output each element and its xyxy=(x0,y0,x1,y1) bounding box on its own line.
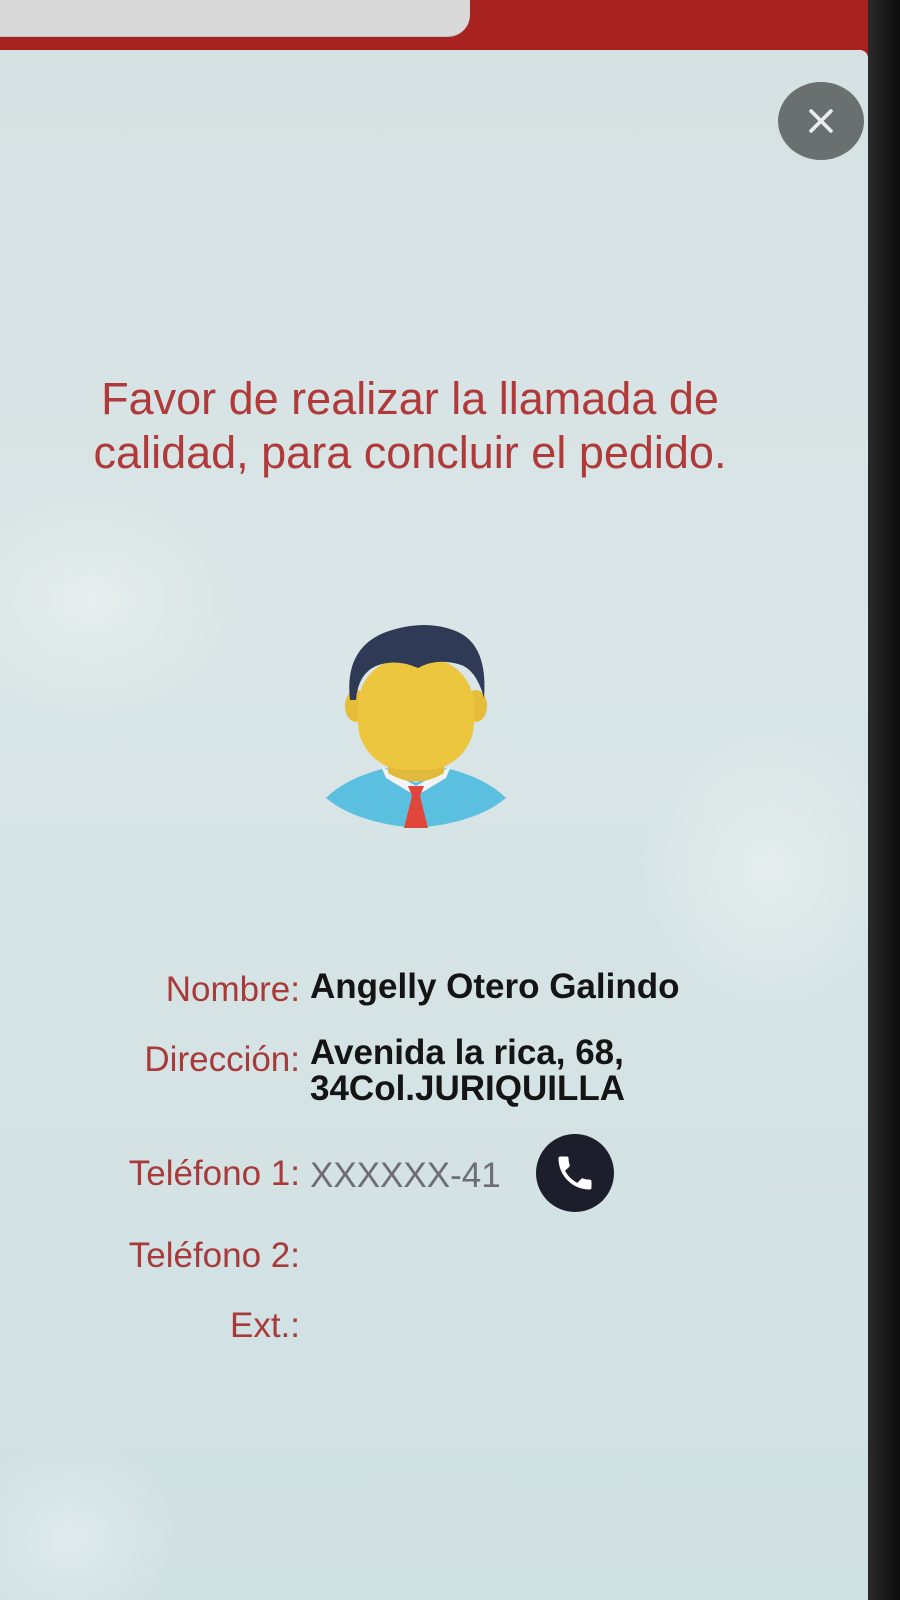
ext-row: Ext.: xyxy=(0,1306,868,1356)
name-value: Angelly Otero Galindo xyxy=(310,967,680,1006)
close-button[interactable] xyxy=(778,82,864,160)
device-bezel xyxy=(868,0,900,1600)
phone1-row: Teléfono 1: XXXXXX-41 xyxy=(0,1152,868,1202)
address-label: Dirección: xyxy=(144,1040,300,1079)
address-line-1: Avenida la rica, 68, xyxy=(310,1033,624,1072)
call-button[interactable] xyxy=(536,1134,614,1212)
phone-icon xyxy=(558,1156,592,1190)
phone1-value: XXXXXX-41 xyxy=(310,1156,501,1195)
quality-call-message: Favor de realizar la llamada de calidad,… xyxy=(93,373,727,478)
top-card xyxy=(0,0,470,37)
ext-label: Ext.: xyxy=(229,1306,300,1345)
name-label: Nombre: xyxy=(165,970,300,1009)
phone2-row: Teléfono 2: xyxy=(0,1236,868,1286)
address-line-2: 34Col.JURIQUILLA xyxy=(310,1069,626,1108)
screen: Favor de realizar la llamada de calidad,… xyxy=(0,0,868,1600)
close-icon xyxy=(809,109,833,133)
phone2-label: Teléfono 2: xyxy=(128,1236,300,1275)
address-row: Dirección: Avenida la rica, 68, 34Col.JU… xyxy=(0,1033,868,1116)
phone1-label: Teléfono 1: xyxy=(128,1154,300,1193)
name-row: Nombre: Angelly Otero Galindo xyxy=(0,966,868,1016)
person-avatar-icon xyxy=(326,625,506,828)
